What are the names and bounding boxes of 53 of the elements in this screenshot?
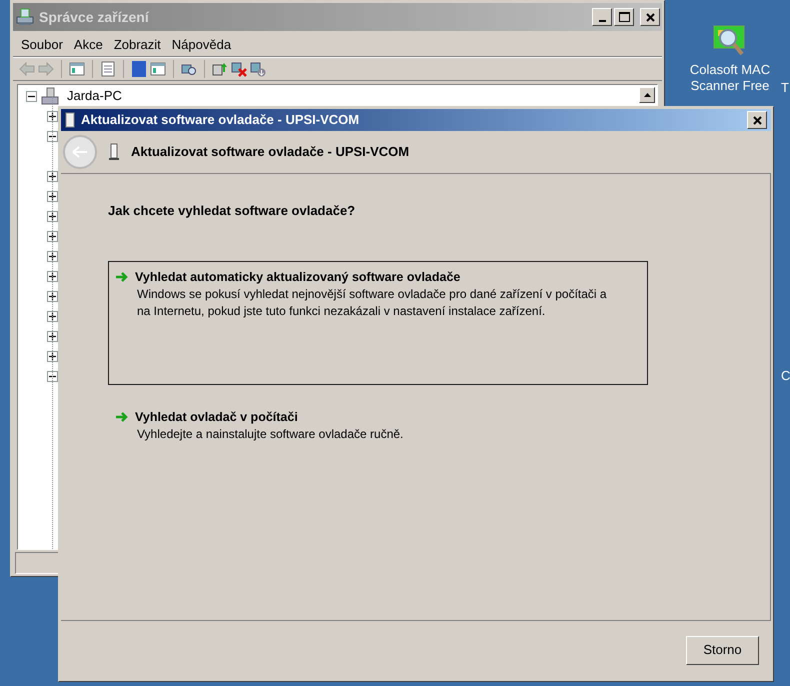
expand-icon[interactable] [47, 210, 58, 222]
question-text: Jak chcete vyhledat software ovladače? [108, 202, 356, 220]
menu-item[interactable]: Soubor [17, 34, 67, 54]
computer-download-icon[interactable] [250, 61, 266, 77]
desktop-icon-label[interactable]: C [781, 368, 790, 384]
collapse-icon[interactable] [26, 90, 37, 102]
menu-item[interactable]: Nápověda [168, 34, 236, 54]
close-icon [752, 116, 762, 124]
window-title: Správce zařízení [39, 8, 149, 27]
expand-icon[interactable] [47, 230, 58, 242]
up-arrow-icon [644, 93, 650, 97]
option-title: Vyhledat automaticky aktualizovaný software ovladače [135, 268, 460, 286]
expand-icon[interactable] [47, 250, 58, 262]
expand-icon[interactable] [47, 190, 58, 202]
option-description: Windows se pokusí vyhledat nejnovější software ovladače pro dané zařízení v počítači a na Internetu, pokud jste tuto funkci nezakázali v nastavení instalace zařízení. [137, 286, 608, 320]
option-link[interactable] [108, 260, 648, 384]
desktop-icon-label[interactable]: Colasoft MAC Scanner Free [685, 62, 775, 94]
back-arrow-icon [72, 146, 88, 158]
menu-item[interactable]: Akce [70, 34, 107, 54]
option-link[interactable]: Vyhledat ovladač v počítači Vyhledejte a nainstalujte software ovladače ručně. [108, 400, 648, 444]
close-icon [646, 12, 654, 22]
expand-icon[interactable] [47, 350, 58, 362]
arrow-icon [115, 270, 129, 283]
computer-cross-icon[interactable] [231, 61, 247, 77]
cancel-button[interactable]: Storno [686, 636, 759, 664]
dialog-header: Aktualizovat software ovladače - UPSI-VCOM [131, 143, 410, 162]
device-icon [109, 143, 119, 161]
menu-item[interactable]: Zobrazit [110, 34, 165, 54]
close-button[interactable] [640, 8, 660, 26]
expand-icon[interactable] [47, 110, 58, 122]
panel-icon[interactable] [150, 61, 166, 77]
minimize-button[interactable] [592, 8, 612, 26]
tree-item[interactable]: Jarda-PC [67, 86, 122, 106]
device-manager-icon [15, 7, 35, 27]
arrow-icon [115, 410, 129, 423]
device-icon [65, 112, 75, 128]
expand-icon[interactable] [47, 310, 58, 322]
close-button[interactable] [747, 111, 767, 129]
expand-icon[interactable] [47, 170, 58, 182]
desktop-icon-label[interactable]: T [781, 80, 789, 96]
option-title: Vyhledat ovladač v počítači [135, 408, 298, 426]
collapse-icon[interactable] [47, 370, 58, 382]
expand-icon[interactable] [47, 330, 58, 342]
collapse-icon[interactable] [47, 130, 58, 142]
expand-icon[interactable] [47, 290, 58, 302]
window-title: Aktualizovat software ovladače - UPSI-VCOM [81, 111, 360, 130]
document-icon[interactable] [100, 61, 116, 77]
panel-icon[interactable] [69, 61, 85, 77]
option-description: Vyhledejte a nainstalujte software ovladače ručně. [137, 426, 404, 444]
scroll-up-button[interactable] [639, 87, 655, 103]
expand-icon[interactable] [47, 270, 58, 282]
computer-arrow-icon[interactable] [212, 61, 228, 77]
maximize-button[interactable] [614, 8, 634, 26]
